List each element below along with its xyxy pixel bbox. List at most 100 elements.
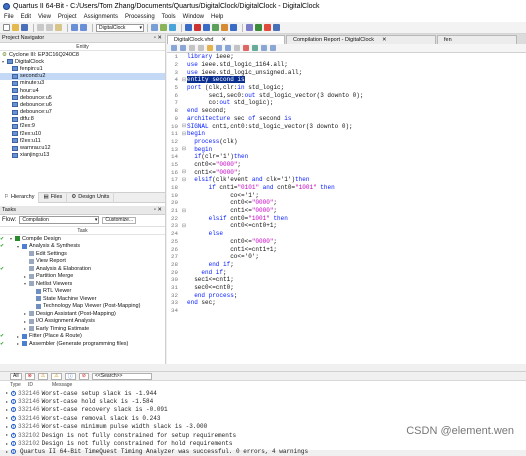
code-line[interactable]: 7 co: out std_logic); [167, 99, 526, 107]
menu-tools[interactable]: Tools [162, 14, 176, 20]
menu-view[interactable]: View [38, 14, 51, 20]
entity-item[interactable]: hour:u4 [0, 87, 165, 94]
id-column-header[interactable]: ID [28, 382, 52, 388]
menu-window[interactable]: Window [183, 14, 204, 20]
root-entity-item[interactable]: ▾ DigitalClock [0, 58, 165, 65]
code-line[interactable]: 8 end second; [167, 107, 526, 115]
error-filter-icon[interactable]: ⊗ [24, 372, 35, 380]
message-row[interactable]: ▸ i 332146 Worst-case hold slack is -1.584 [0, 397, 526, 405]
message-row[interactable]: ▸ i 332146 Worst-case recovery slack is -0.… [0, 406, 526, 414]
code-line[interactable]: 5 port (clk,clr: in std_logic; [167, 84, 526, 92]
stop-icon[interactable] [194, 24, 201, 31]
task-item[interactable]: Edit Settings [0, 250, 165, 258]
customize-button[interactable]: Customize... [102, 216, 137, 224]
fitter-icon[interactable] [212, 24, 219, 31]
help-icon[interactable] [264, 24, 271, 31]
bookmark-icon[interactable] [198, 45, 204, 51]
code-line[interactable]: 27 co<='0'; [167, 253, 526, 261]
code-line[interactable]: 30 sec1<=cnt1; [167, 276, 526, 284]
save-icon[interactable] [21, 24, 28, 31]
code-line[interactable]: 6 sec1,sec0: out std_logic_vector(3 downt… [167, 91, 526, 99]
code-line[interactable]: 33 end sec; [167, 299, 526, 307]
open-folder-icon[interactable] [12, 24, 19, 31]
entity-item[interactable]: f2ex:u10 [0, 130, 165, 137]
code-line[interactable]: 32 end process; [167, 291, 526, 299]
signaltap-icon[interactable] [255, 24, 262, 31]
entity-column-header[interactable]: Entity [0, 43, 165, 51]
code-line[interactable]: 19 co<='1'; [167, 191, 526, 199]
code-line[interactable]: 21 ⊟ cnt1<= "0000"; [167, 207, 526, 215]
goto-line-icon[interactable] [252, 45, 258, 51]
menu-edit[interactable]: Edit [21, 14, 31, 20]
code-line[interactable]: 9 architecture sec of second is [167, 115, 526, 123]
menu-assignments[interactable]: Assignments [84, 14, 118, 20]
unindent-icon[interactable] [180, 45, 186, 51]
task-item[interactable]: State Machine Viewer [0, 295, 165, 303]
code-line[interactable]: 17 ⊟ elsif (clk'event and clk='1') then [167, 176, 526, 184]
critical-warning-filter-icon[interactable]: ⚠ [51, 372, 62, 380]
warning-filter-icon[interactable]: ⚠ [37, 372, 49, 380]
menu-help[interactable]: Help [211, 14, 223, 20]
expand-all-icon[interactable] [261, 45, 267, 51]
entity-item[interactable]: dtfu:8 [0, 116, 165, 123]
megawizard-icon[interactable] [273, 24, 280, 31]
comment-icon[interactable] [216, 45, 222, 51]
code-line[interactable]: 28 end if; [167, 261, 526, 269]
code-line[interactable]: 24 else [167, 230, 526, 238]
code-line[interactable]: 15 cnt0<= "0000"; [167, 161, 526, 169]
task-item[interactable]: ▸ Design Assistant (Post-Mapping) [0, 310, 165, 318]
entity-item[interactable]: warnrau:u12 [0, 144, 165, 151]
code-line[interactable]: 12 process (clk) [167, 138, 526, 146]
task-item[interactable]: Technology Map Viewer (Post-Mapping) [0, 302, 165, 310]
task-item[interactable]: ✔ ▸ Assembler (Generate programming files) [0, 340, 165, 348]
entity-item[interactable]: second:u2 [0, 72, 165, 80]
entity-item[interactable]: xianjing:u13 [0, 152, 165, 159]
code-line[interactable]: 23 ⊟ cnt0<=cnt0+1; [167, 222, 526, 230]
undo-icon[interactable] [71, 24, 78, 31]
tab-close-icon[interactable]: ✕ [382, 37, 387, 43]
code-line[interactable]: 29 end if; [167, 268, 526, 276]
collapse-all-icon[interactable] [270, 45, 276, 51]
copy-icon[interactable] [46, 24, 53, 31]
entity-item[interactable]: debounce:u5 [0, 94, 165, 101]
entity-item[interactable]: f2ex:u11 [0, 137, 165, 144]
code-line[interactable]: 11 ⊟ begin [167, 130, 526, 138]
code-line[interactable]: 18 if cnt1= "0101" and cnt0= "1001" then [167, 184, 526, 192]
code-line[interactable]: 25 cnt0<= "0000"; [167, 238, 526, 246]
menu-project[interactable]: Project [58, 14, 77, 20]
tab-close-icon[interactable]: ✕ [221, 37, 226, 43]
message-row[interactable]: ▸ i Quartus II 64-Bit TimeQuest Timing Ana… [0, 448, 526, 456]
tab-compilation-report[interactable]: Compilation Report - DigitalClock ✕ [286, 35, 436, 44]
task-item[interactable]: ▸ Early Timing Estimate [0, 325, 165, 333]
rtl-viewer-icon[interactable] [230, 24, 237, 31]
task-item[interactable]: ▾ Netlist Viewers [0, 280, 165, 288]
error-nav-icon[interactable] [243, 45, 249, 51]
tab-digitalclock-vhd[interactable]: DigitalClock.vhd ✕ [167, 35, 285, 44]
suppressed-filter-icon[interactable]: ⊘ [78, 372, 89, 380]
code-line[interactable]: 16 ⊟ cnt1<= "0000"; [167, 168, 526, 176]
cut-icon[interactable] [37, 24, 44, 31]
code-line[interactable]: 20 cnt0<= "0000"; [167, 199, 526, 207]
task-item[interactable]: ▸ I/O Assignment Analysis [0, 317, 165, 325]
task-item[interactable]: ✔ Analysis & Elaboration [0, 265, 165, 273]
code-line[interactable]: 34 [167, 307, 526, 315]
uncomment-icon[interactable] [225, 45, 231, 51]
panel-close-icon[interactable]: ▫ ✕ [154, 35, 162, 41]
compile-icon[interactable] [185, 24, 192, 31]
project-combo[interactable]: DigitalClock [96, 23, 144, 32]
code-line[interactable]: 31 sec0<=cnt0; [167, 284, 526, 292]
menu-file[interactable]: File [4, 14, 14, 20]
entity-item[interactable]: minute:u3 [0, 80, 165, 87]
new-file-icon[interactable] [3, 24, 10, 31]
code-line[interactable]: 1 library ieee; [167, 53, 526, 61]
task-item[interactable]: ▸ Partition Merge [0, 272, 165, 280]
code-line[interactable]: 3 use ieee.std_logic_unsigned.all; [167, 68, 526, 76]
tab-hierarchy[interactable]: ⚐ Hierarchy [0, 191, 40, 203]
code-line[interactable]: 2 use ieee.std_logic_1164.all; [167, 61, 526, 69]
code-line[interactable]: 14 if (clr='1') then [167, 153, 526, 161]
tab-design-units[interactable]: ⚙ Design Units [67, 191, 115, 203]
code-line[interactable]: 10 ⊟ SIGNAL cnt1,cnt0:std_logic_vector(3 d… [167, 122, 526, 130]
code-line[interactable]: 13 ⊟ begin [167, 145, 526, 153]
type-column-header[interactable]: Type [10, 382, 28, 388]
code-line[interactable]: 4 ⊟ entity second is [167, 76, 526, 84]
